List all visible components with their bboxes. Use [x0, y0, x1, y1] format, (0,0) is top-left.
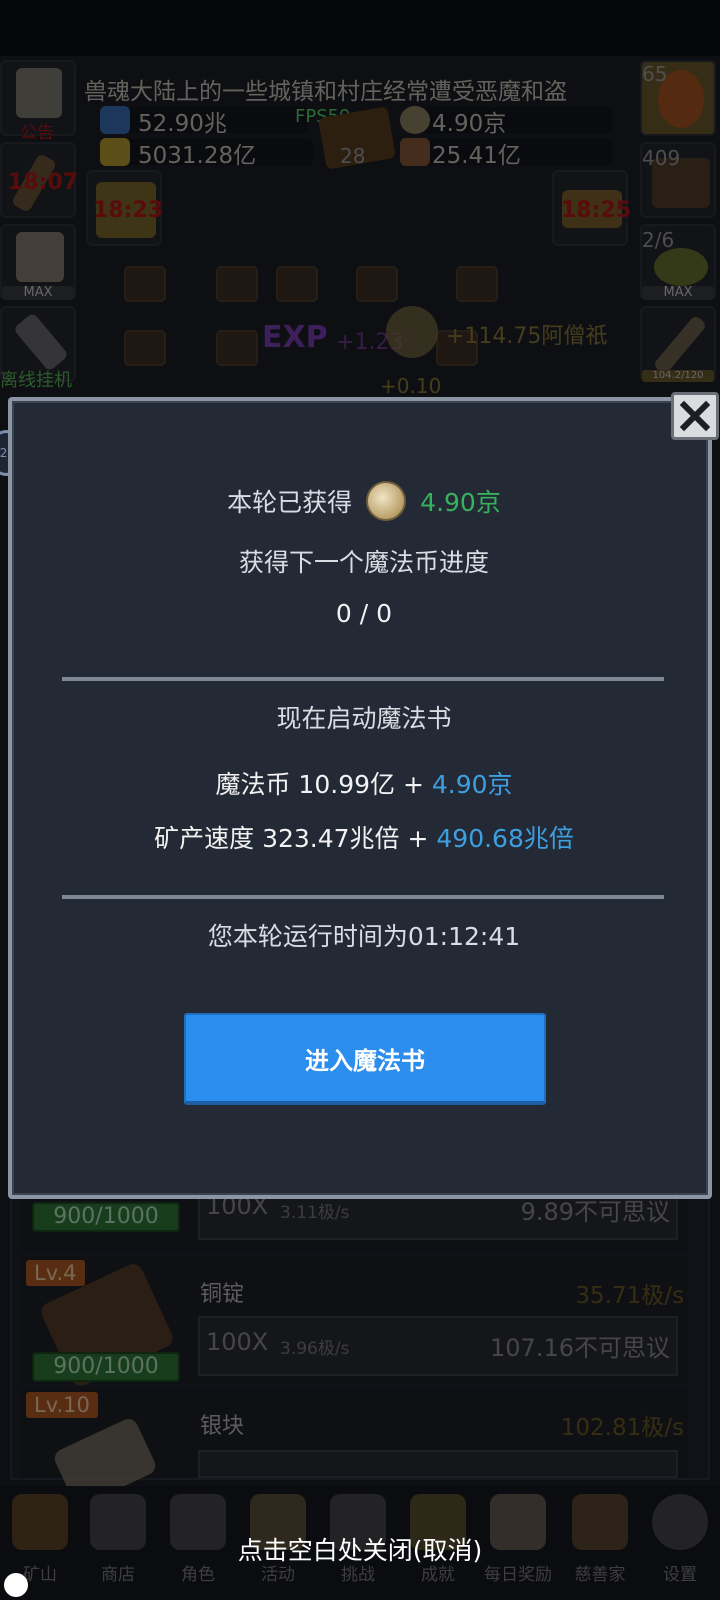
- magic-coin-prefix: 魔法币 10.99亿 +: [215, 770, 432, 799]
- close-icon: [679, 400, 711, 432]
- game-screen: 兽魂大陆上的一些城镇和村庄经常遭受恶魔和盗 52.90兆 5031.28亿 FP…: [0, 0, 720, 1600]
- runtime-text: 您本轮运行时间为01:12:41: [207, 922, 521, 951]
- mining-speed-bonus: 490.68兆倍: [436, 824, 574, 853]
- earned-label: 本轮已获得: [227, 488, 353, 517]
- magic-coin-icon: [366, 481, 407, 521]
- floating-home-button[interactable]: [4, 1573, 28, 1597]
- enter-magic-book-button[interactable]: 进入魔法书: [184, 1013, 546, 1105]
- earned-row: 本轮已获得 4.90京: [12, 481, 716, 521]
- close-button[interactable]: [671, 392, 719, 440]
- progress-label: 获得下一个魔法币进度: [238, 548, 489, 577]
- mining-speed-line: 矿产速度 323.47兆倍 + 490.68兆倍: [12, 819, 716, 855]
- start-label: 现在启动魔法书: [276, 704, 452, 733]
- magic-coin-bonus: 4.90京: [431, 770, 513, 799]
- close-hint[interactable]: 点击空白处关闭(取消): [0, 1531, 720, 1567]
- magic-book-dialog: 本轮已获得 4.90京 获得下一个魔法币进度 0 / 0 现在启动魔法书 魔法币…: [8, 397, 712, 1199]
- divider: [62, 895, 664, 899]
- earned-value: 4.90京: [420, 488, 501, 517]
- mining-speed-prefix: 矿产速度 323.47兆倍 +: [154, 824, 437, 853]
- magic-coin-line: 魔法币 10.99亿 + 4.90京: [12, 765, 716, 801]
- progress-value: 0 / 0: [335, 599, 393, 628]
- divider: [62, 677, 664, 681]
